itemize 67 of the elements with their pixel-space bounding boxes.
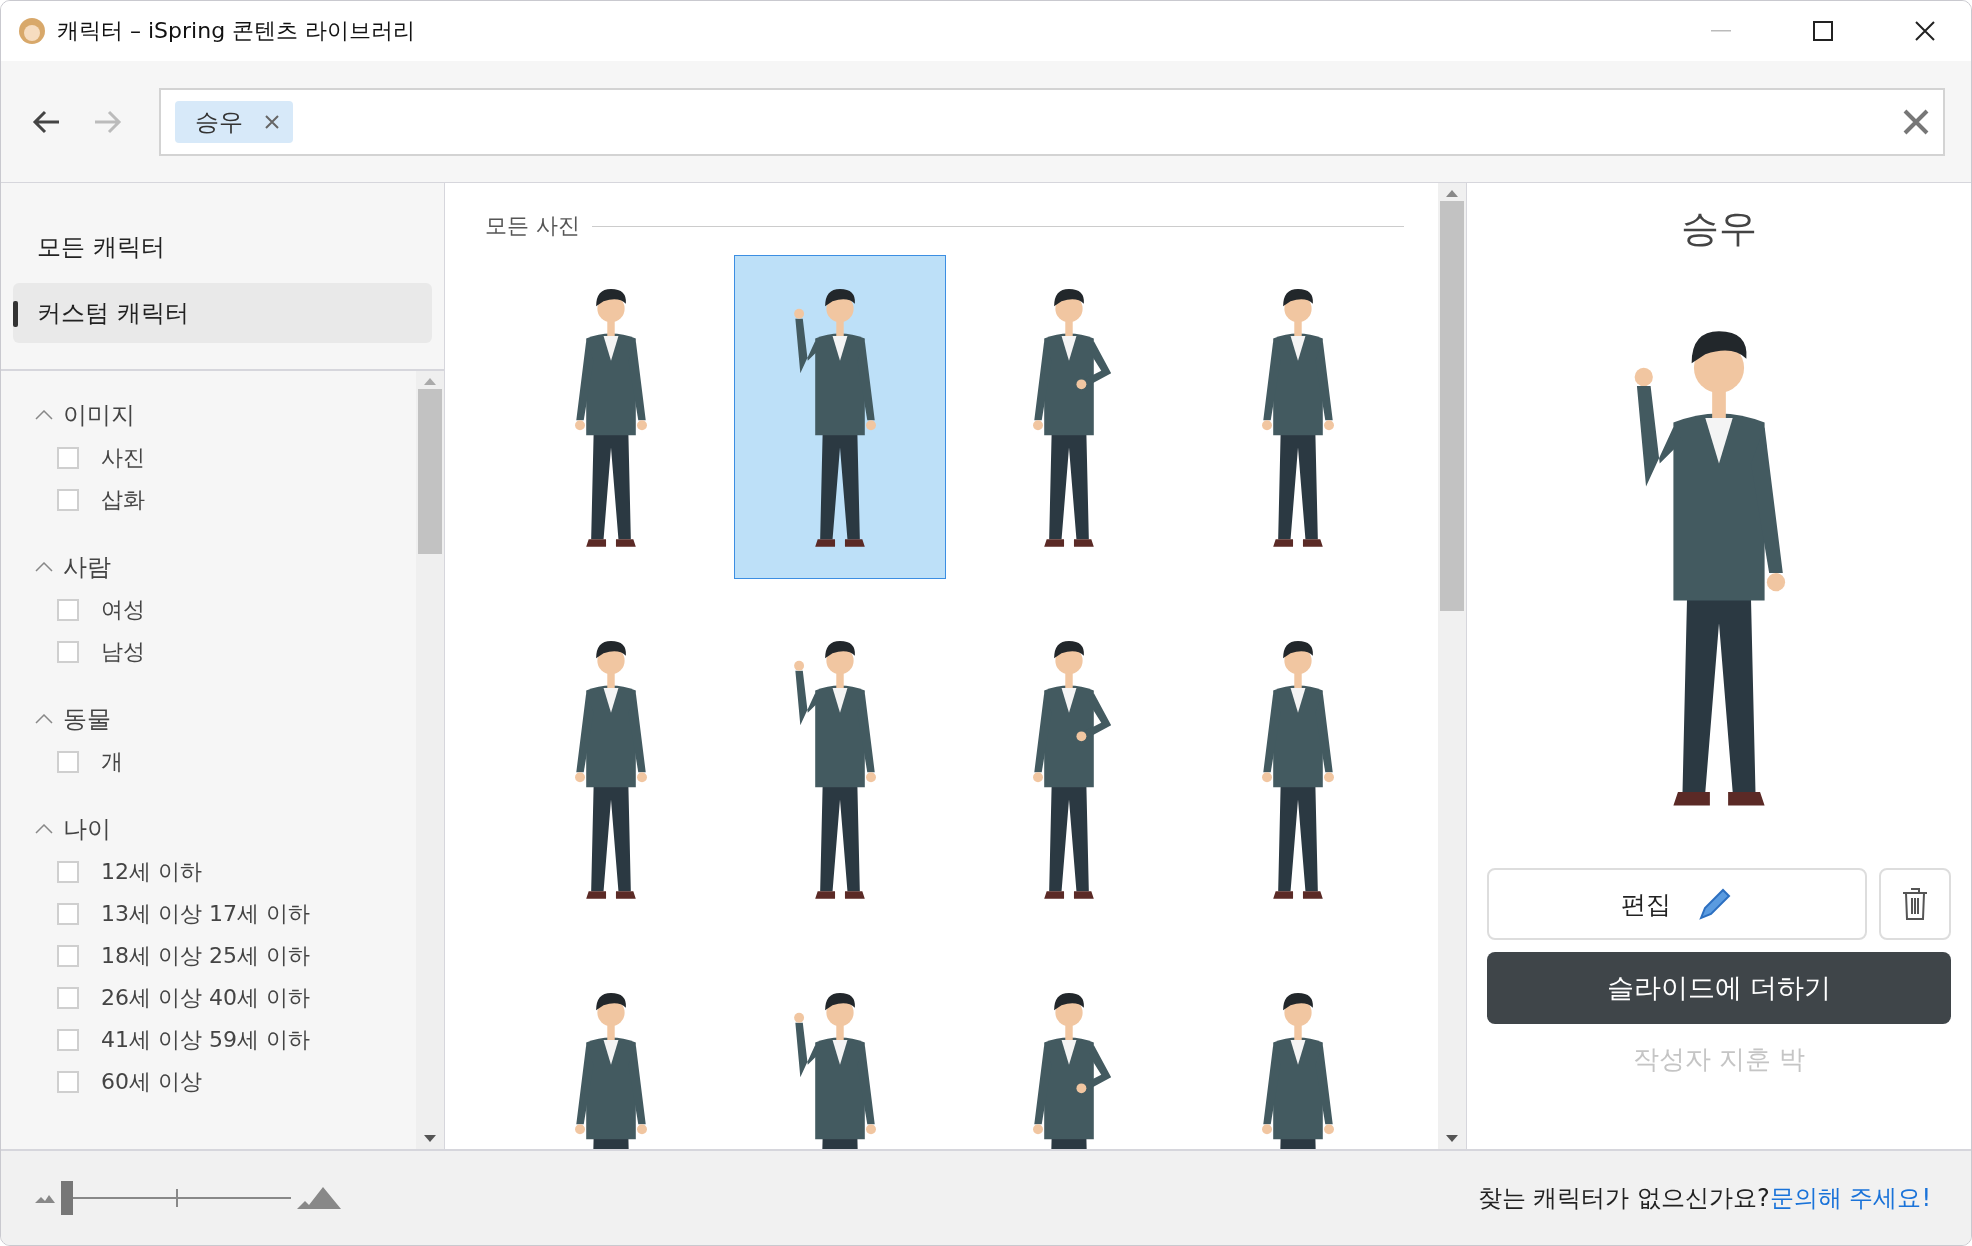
filter-group-header[interactable]: 동물 [35, 697, 416, 741]
chevron-icon [35, 410, 53, 420]
checkbox[interactable] [57, 751, 79, 773]
chevron-icon [35, 824, 53, 834]
filter-option-label: 개 [101, 748, 123, 776]
filter-option-label: 남성 [101, 638, 145, 666]
app-logo-icon [17, 16, 47, 46]
help-prompt: 찾는 캐릭터가 없으신가요? [1477, 1183, 1770, 1214]
category-item[interactable]: 커스텀 캐릭터 [13, 283, 432, 343]
checkbox[interactable] [57, 945, 79, 967]
checkbox[interactable] [57, 1071, 79, 1093]
trash-icon [1902, 887, 1928, 922]
scroll-thumb[interactable] [1439, 201, 1464, 611]
checkbox[interactable] [57, 599, 79, 621]
filter-group-title: 동물 [63, 704, 111, 735]
edit-button[interactable]: 편집 [1486, 868, 1867, 941]
filter-option-label: 12세 이하 [101, 858, 202, 886]
checkbox[interactable] [57, 903, 79, 925]
filter-group-title: 나이 [63, 814, 111, 845]
filter-group-title: 사람 [63, 552, 111, 583]
slider-thumb[interactable] [61, 1181, 73, 1215]
maximize-icon[interactable] [1813, 21, 1833, 41]
filter-option-label: 13세 이상 17세 이하 [101, 900, 310, 928]
checkbox[interactable] [57, 1029, 79, 1051]
scrollbar[interactable] [415, 371, 444, 1149]
filter-group-title: 이미지 [63, 400, 135, 431]
filter-option-label: 26세 이상 40세 이하 [101, 984, 310, 1012]
remove-tag-icon[interactable] [265, 114, 279, 129]
filter-option-label: 18세 이상 25세 이하 [101, 942, 310, 970]
section-heading: 모든 사진 [484, 212, 580, 240]
small-size-icon [35, 1193, 55, 1203]
pencil-icon [1696, 886, 1733, 923]
contact-link[interactable]: 문의해 주세요! [1769, 1182, 1931, 1214]
checkbox[interactable] [57, 861, 79, 883]
selection-bar [13, 301, 18, 327]
filter-group-header[interactable]: 나이 [35, 807, 416, 851]
category-item[interactable]: 모든 캐릭터 [13, 217, 432, 277]
search-field[interactable]: 승우 [159, 87, 1945, 156]
filter-group-header[interactable]: 이미지 [35, 393, 416, 437]
delete-button[interactable] [1879, 868, 1951, 941]
author-credit: 작성자 지훈 박 [1632, 1043, 1806, 1077]
window-title: 캐릭터 – iSpring 콘텐츠 라이브러리 [57, 17, 417, 45]
chevron-icon [35, 714, 53, 724]
scroll-down-icon[interactable] [1444, 1135, 1459, 1143]
add-to-slide-button[interactable]: 슬라이드에 더하기 [1486, 952, 1951, 1025]
clear-search-icon[interactable] [1903, 108, 1929, 135]
checkbox[interactable] [57, 641, 79, 663]
filter-group-header[interactable]: 사람 [35, 545, 416, 589]
scroll-up-icon[interactable] [422, 377, 437, 385]
scroll-up-icon[interactable] [1444, 189, 1459, 197]
filter-option-label: 여성 [101, 596, 145, 624]
scrollbar[interactable] [1437, 183, 1466, 1149]
close-icon[interactable] [1915, 21, 1935, 41]
checkbox[interactable] [57, 489, 79, 511]
character-name: 승우 [1680, 205, 1757, 252]
scroll-thumb[interactable] [417, 389, 442, 554]
filter-option-label: 사진 [101, 444, 145, 472]
large-size-icon [297, 1187, 341, 1209]
filter-option-label: 삽화 [101, 486, 145, 514]
chevron-icon [35, 562, 53, 572]
filter-option-label: 41세 이상 59세 이하 [101, 1026, 310, 1054]
filter-option-label: 60세 이상 [101, 1068, 202, 1096]
checkbox[interactable] [57, 447, 79, 469]
character-thumbnail[interactable] [733, 255, 946, 579]
checkbox[interactable] [57, 987, 79, 1009]
tag-label: 승우 [195, 106, 243, 138]
scroll-down-icon[interactable] [422, 1135, 437, 1143]
